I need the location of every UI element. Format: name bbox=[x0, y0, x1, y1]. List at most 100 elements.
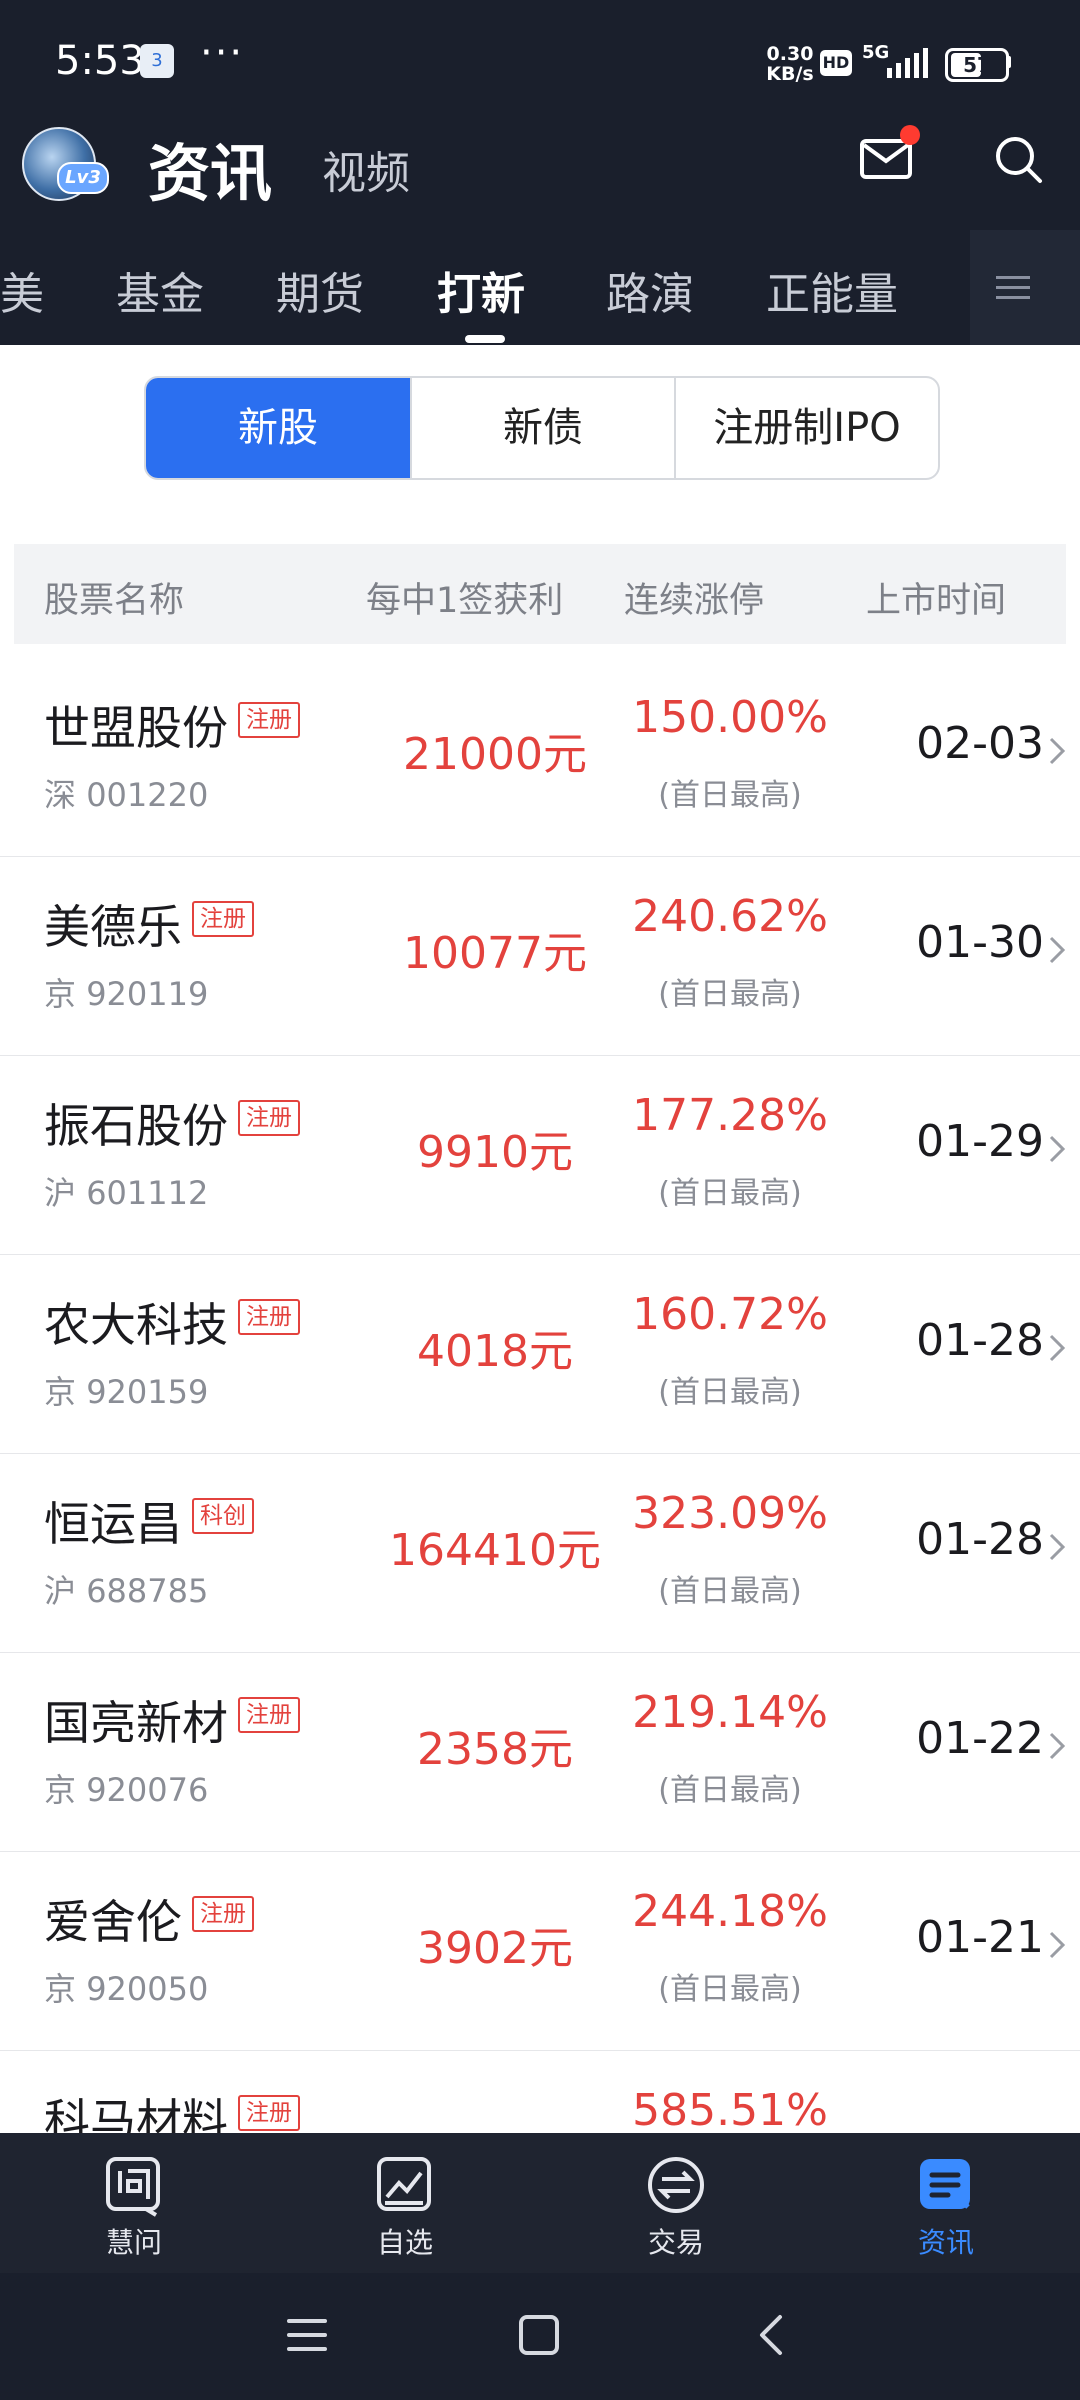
stock-code: 深 001220 bbox=[44, 770, 208, 816]
col-listing-date: 上市时间 bbox=[866, 581, 1007, 621]
tab-us[interactable]: 美 bbox=[0, 258, 44, 322]
listing-date: 01-21 bbox=[916, 1912, 1044, 1963]
category-tabs: 美 基金 期货 打新 路演 正能量 bbox=[0, 230, 1080, 345]
chevron-right-icon bbox=[1049, 1135, 1066, 1163]
limit-up-percent: 585.51% bbox=[632, 2085, 828, 2136]
listing-date: 01-28 bbox=[916, 1315, 1044, 1366]
stock-tag-badge: 注册 bbox=[192, 1896, 254, 1932]
code-value: 688785 bbox=[86, 1572, 209, 1610]
stock-name: 振石股份 bbox=[44, 1099, 228, 1153]
nav-ask[interactable]: 慧问 bbox=[64, 2153, 204, 2261]
home-icon[interactable] bbox=[517, 2313, 561, 2357]
nav-trade[interactable]: 交易 bbox=[606, 2153, 746, 2261]
stock-code: 沪 688785 bbox=[44, 1566, 208, 1612]
table-header: 股票名称 每中1签获利 连续涨停 上市时间 bbox=[14, 544, 1066, 644]
listing-date: 01-30 bbox=[916, 917, 1044, 968]
stock-code: 京 920159 bbox=[44, 1367, 208, 1413]
stock-name: 恒运昌 bbox=[44, 1497, 182, 1551]
code-value: 001220 bbox=[86, 776, 209, 814]
menu-icon[interactable] bbox=[285, 2313, 329, 2357]
market-label: 京 bbox=[44, 1970, 77, 2008]
search-icon[interactable] bbox=[990, 131, 1046, 187]
page-title[interactable]: 资讯 bbox=[148, 123, 272, 213]
stock-code: 沪 601112 bbox=[44, 1168, 208, 1214]
tab-futures[interactable]: 期货 bbox=[276, 258, 364, 322]
trade-icon bbox=[648, 2157, 704, 2213]
rise-note: (首日最高) bbox=[658, 1375, 802, 1410]
notification-badge-icon: 3 bbox=[140, 44, 174, 78]
rise-note: (首日最高) bbox=[658, 977, 802, 1012]
app-header: Lv3 资讯 视频 bbox=[0, 115, 1080, 230]
status-bar: 5:53 3 ··· 0.30 KB/s HD 5G 57 bbox=[0, 0, 1080, 115]
market-label: 京 bbox=[44, 1373, 77, 1411]
limit-up-percent: 150.00% bbox=[632, 692, 828, 743]
market-label: 沪 bbox=[44, 1572, 77, 1610]
table-row[interactable]: 世盟股份 注册深 001220 21000元 150.00% (首日最高) 02-03 bbox=[0, 658, 1080, 858]
profit-per-lot: 21000元 bbox=[403, 729, 587, 780]
listing-date: 01-29 bbox=[916, 1116, 1044, 1167]
profit-per-lot: 2358元 bbox=[417, 1724, 573, 1775]
chevron-right-icon bbox=[1049, 936, 1066, 964]
table-row[interactable]: 爱舍伦 注册京 920050 3902元 244.18% (首日最高) 01-21 bbox=[0, 1852, 1080, 2052]
stock-name: 农大科技 bbox=[44, 1298, 228, 1352]
table-row[interactable]: 恒运昌 科创沪 688785 164410元 323.09% (首日最高) 01-28 bbox=[0, 1454, 1080, 1654]
segment-control: 新股 新债 注册制IPO bbox=[144, 376, 940, 480]
code-value: 920050 bbox=[86, 1970, 209, 2008]
col-profit-per-lot: 每中1签获利 bbox=[366, 581, 564, 621]
segment-new-bond[interactable]: 新债 bbox=[410, 378, 674, 478]
active-tab-indicator bbox=[465, 335, 505, 343]
nav-watchlist[interactable]: 自选 bbox=[335, 2153, 475, 2261]
chevron-right-icon bbox=[1049, 1533, 1066, 1561]
table-row[interactable]: 国亮新材 注册京 920076 2358元 219.14% (首日最高) 01-22 bbox=[0, 1653, 1080, 1853]
stock-tag-badge: 注册 bbox=[238, 1299, 300, 1335]
market-label: 深 bbox=[44, 776, 77, 814]
stock-tag-badge: 注册 bbox=[238, 702, 300, 738]
tab-video[interactable]: 视频 bbox=[322, 137, 410, 201]
stock-code: 京 920119 bbox=[44, 969, 208, 1015]
stock-tag-badge: 科创 bbox=[192, 1498, 254, 1534]
network-speed: 0.30 KB/s bbox=[766, 43, 814, 85]
battery-icon: 57 bbox=[945, 48, 1009, 82]
table-row[interactable]: 振石股份 注册沪 601112 9910元 177.28% (首日最高) 01-29 bbox=[0, 1056, 1080, 1256]
segment-registration-ipo[interactable]: 注册制IPO bbox=[674, 378, 938, 478]
limit-up-percent: 240.62% bbox=[632, 891, 828, 942]
rise-note: (首日最高) bbox=[658, 1574, 802, 1609]
stock-code: 京 920050 bbox=[44, 1964, 208, 2010]
limit-up-percent: 177.28% bbox=[632, 1090, 828, 1141]
rise-note: (首日最高) bbox=[658, 778, 802, 813]
rise-note: (首日最高) bbox=[658, 1972, 802, 2007]
tab-ipo[interactable]: 打新 bbox=[437, 258, 525, 322]
signal-icon bbox=[887, 48, 928, 78]
level-badge: Lv3 bbox=[57, 162, 109, 194]
table-row[interactable]: 美德乐 注册京 920119 10077元 240.62% (首日最高) 01-30 bbox=[0, 857, 1080, 1057]
profit-per-lot: 3902元 bbox=[417, 1923, 573, 1974]
status-time: 5:53 bbox=[55, 38, 145, 84]
profit-per-lot: 164410元 bbox=[389, 1525, 601, 1576]
market-label: 沪 bbox=[44, 1174, 77, 1212]
market-label: 京 bbox=[44, 975, 77, 1013]
table-row[interactable]: 农大科技 注册京 920159 4018元 160.72% (首日最高) 01-28 bbox=[0, 1255, 1080, 1455]
col-limit-up: 连续涨停 bbox=[624, 581, 765, 621]
listing-date: 01-28 bbox=[916, 1514, 1044, 1565]
back-icon[interactable] bbox=[750, 2313, 794, 2357]
stock-name: 世盟股份 bbox=[44, 701, 228, 755]
limit-up-percent: 219.14% bbox=[632, 1687, 828, 1738]
more-notifications-icon: ··· bbox=[200, 30, 245, 76]
stock-tag-badge: 注册 bbox=[192, 901, 254, 937]
chevron-right-icon bbox=[1049, 1931, 1066, 1959]
tab-fund[interactable]: 基金 bbox=[116, 258, 204, 322]
segment-new-stock[interactable]: 新股 bbox=[146, 378, 410, 478]
tab-menu-icon[interactable] bbox=[970, 230, 1080, 345]
stock-tag-badge: 注册 bbox=[238, 1697, 300, 1733]
nav-news[interactable]: 资讯 bbox=[876, 2153, 1016, 2261]
stock-name: 美德乐 bbox=[44, 900, 182, 954]
col-stock-name: 股票名称 bbox=[44, 581, 185, 621]
tab-positive-energy[interactable]: 正能量 bbox=[766, 258, 898, 322]
profit-per-lot: 4018元 bbox=[417, 1326, 573, 1377]
profit-per-lot: 10077元 bbox=[403, 928, 587, 979]
hd-icon: HD bbox=[820, 50, 852, 76]
tab-roadshow[interactable]: 路演 bbox=[606, 258, 694, 322]
rise-note: (首日最高) bbox=[658, 1773, 802, 1808]
chevron-right-icon bbox=[1049, 1334, 1066, 1362]
news-icon bbox=[920, 2159, 970, 2209]
